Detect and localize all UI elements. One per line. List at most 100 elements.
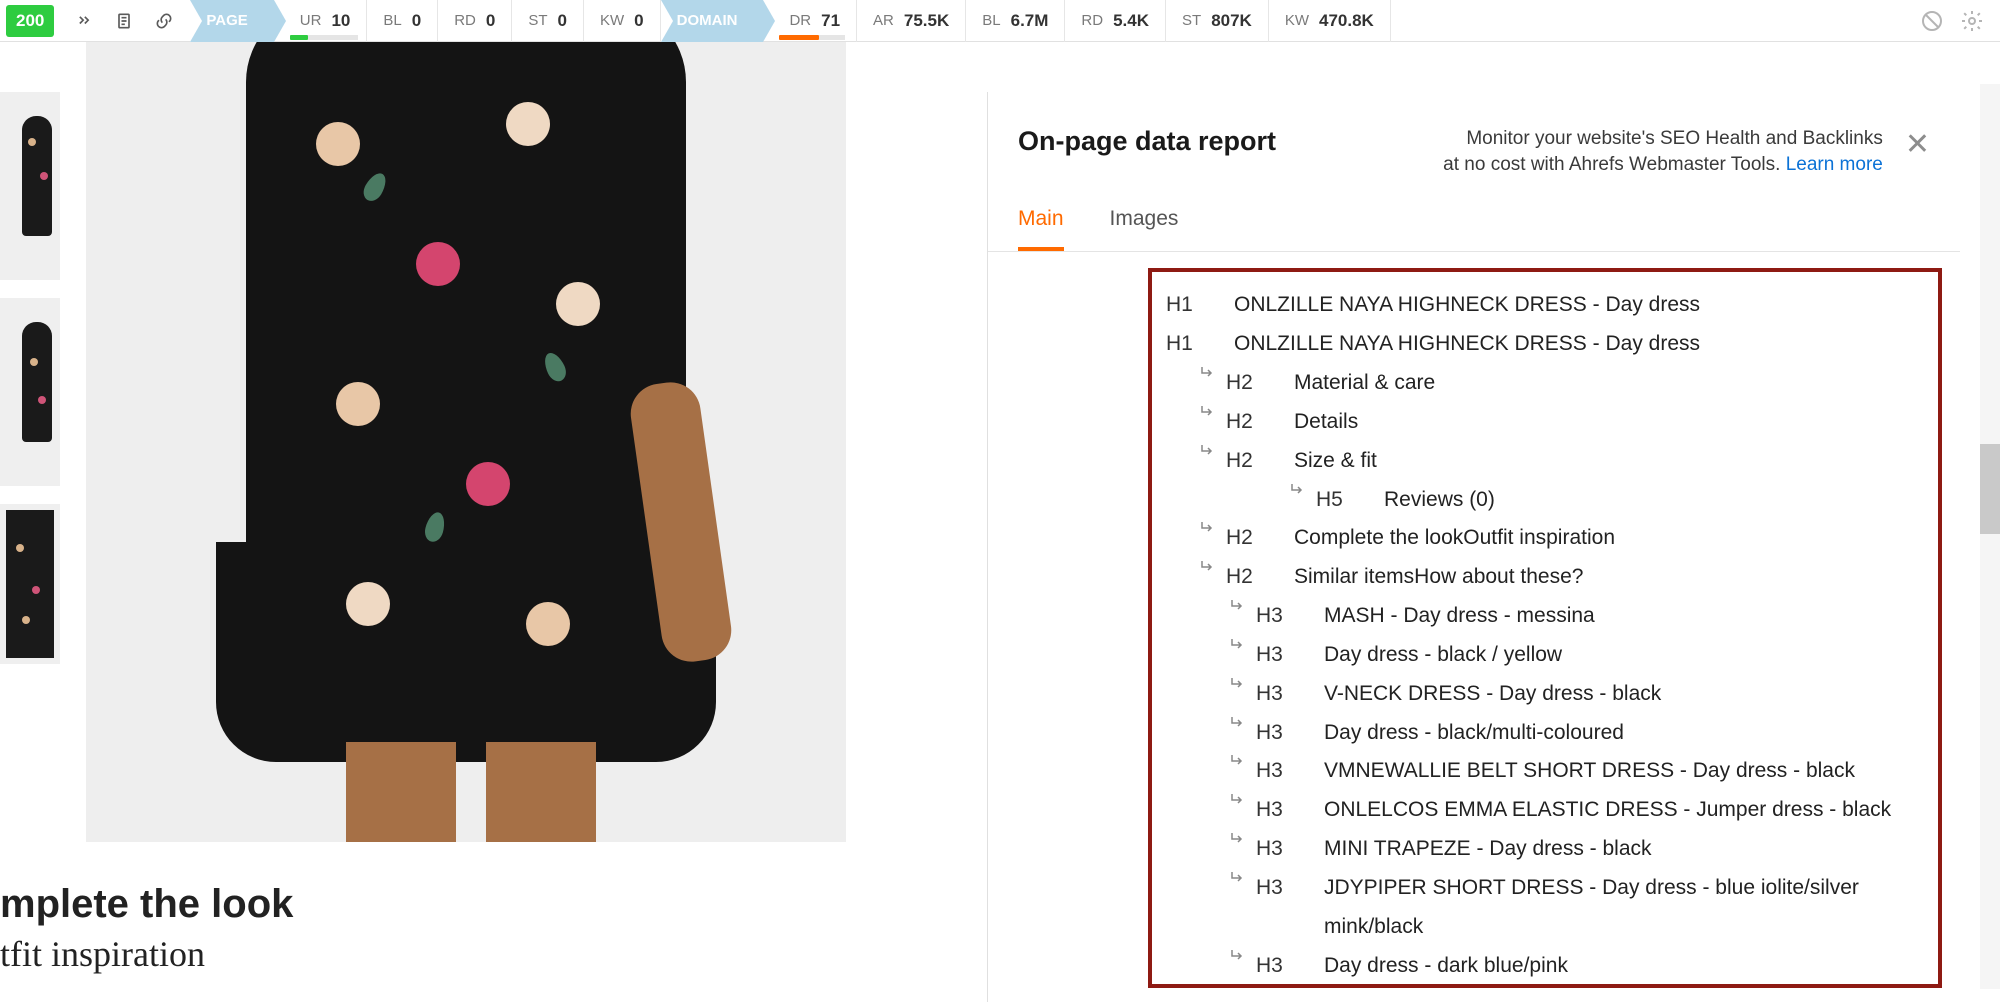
heading-row: H3 Day dress - black/multi-coloured — [1166, 714, 1924, 753]
heading-level: H3 — [1256, 675, 1296, 714]
promo-text: Monitor your website's SEO Health and Ba… — [1443, 126, 1883, 177]
panel-tabs: Main Images — [988, 195, 1960, 252]
metric-st-page[interactable]: ST0 — [512, 0, 584, 42]
heading-level: H3 — [1256, 791, 1296, 830]
heading-row: H3 V-NECK DRESS - Day dress - black — [1166, 675, 1924, 714]
heading-level: H2 — [1226, 364, 1266, 403]
product-thumb[interactable] — [0, 92, 60, 280]
heading-row: H2 Similar itemsHow about these? — [1166, 558, 1924, 597]
product-thumb[interactable] — [0, 504, 60, 664]
close-icon[interactable]: ✕ — [1905, 130, 1930, 160]
heading-text: Day dress - black/multi-coloured — [1324, 714, 1924, 753]
heading-level: H2 — [1226, 558, 1266, 597]
settings-icon[interactable] — [1960, 9, 1984, 33]
product-thumb[interactable] — [0, 298, 60, 486]
headings-report: H1 ONLZILLE NAYA HIGHNECK DRESS - Day dre… — [1148, 268, 1942, 988]
heading-level: H3 — [1256, 636, 1296, 675]
heading-row: H3 VMNEWALLIE BELT SHORT DRESS - Day dres… — [1166, 752, 1924, 791]
heading-text: Day dress - dark blue/pink — [1324, 947, 1924, 986]
heading-level: H2 — [1226, 442, 1266, 481]
browser-scrollbar[interactable] — [1980, 84, 2000, 989]
hierarchy-arrow-icon — [1226, 597, 1250, 615]
heading-text: ONLELCOS EMMA ELASTIC DRESS - Jumper dre… — [1324, 791, 1924, 830]
heading-row: H5 Reviews (0) — [1166, 481, 1924, 520]
complete-look-section: mplete the look tfit inspiration — [0, 882, 293, 975]
metric-bl-page[interactable]: BL0 — [367, 0, 438, 42]
heading-level: H3 — [1256, 752, 1296, 791]
hierarchy-arrow-icon — [1196, 519, 1220, 537]
heading-text: V-NECK DRESS - Day dress - black — [1324, 675, 1924, 714]
heading-text: Complete the lookOutfit inspiration — [1294, 519, 1924, 558]
metric-st-domain[interactable]: ST807K — [1166, 0, 1269, 42]
hierarchy-arrow-icon — [1226, 869, 1250, 887]
onpage-report-panel: On-page data report Monitor your website… — [988, 92, 1960, 1002]
product-main-image[interactable] — [86, 42, 846, 842]
heading-row: H3 Day dress - dark blue/pink — [1166, 947, 1924, 986]
hierarchy-arrow-icon — [1226, 947, 1250, 965]
redirect-chain-icon[interactable] — [74, 11, 94, 31]
heading-text: JDYPIPER SHORT DRESS - Day dress - blue … — [1324, 869, 1924, 947]
heading-level: H1 — [1166, 325, 1206, 364]
heading-row: H3 MINI TRAPEZE - Day dress - black — [1166, 830, 1924, 869]
metric-rd-page[interactable]: RD0 — [438, 0, 512, 42]
clipboard-icon[interactable] — [114, 11, 134, 31]
hierarchy-arrow-icon — [1226, 830, 1250, 848]
heading-row: H3JDYPIPER SHORT DRESS - Day dress - blu… — [1166, 869, 1924, 947]
heading-text: Material & care — [1294, 364, 1924, 403]
heading-text: ONLZILLE NAYA HIGHNECK DRESS - Day dress — [1234, 286, 1924, 325]
http-status-badge: 200 — [6, 5, 54, 37]
dr-strength-bar — [779, 35, 819, 40]
hierarchy-arrow-icon — [1196, 403, 1220, 421]
heading-text: MINI TRAPEZE - Day dress - black — [1324, 830, 1924, 869]
heading-text: Day dress - black / yellow — [1324, 636, 1924, 675]
link-icon[interactable] — [154, 11, 174, 31]
metric-ar[interactable]: AR75.5K — [857, 0, 966, 42]
metric-bl-domain[interactable]: BL6.7M — [966, 0, 1065, 42]
product-thumbnails — [0, 92, 60, 682]
hierarchy-arrow-icon — [1226, 675, 1250, 693]
page-section-tag: PAGE — [190, 0, 273, 42]
heading-row: H2 Material & care — [1166, 364, 1924, 403]
heading-text: Reviews (0) — [1384, 481, 1924, 520]
heading-row: H3MASH - Day dress - messina — [1166, 597, 1924, 636]
hierarchy-arrow-icon — [1196, 364, 1220, 382]
heading-level: H5 — [1316, 481, 1356, 520]
complete-look-heading: mplete the look — [0, 882, 293, 927]
metric-rd-domain[interactable]: RD5.4K — [1065, 0, 1166, 42]
scrollbar-thumb[interactable] — [1980, 444, 2000, 534]
heading-text: ONLZILLE NAYA HIGHNECK DRESS - Day dress — [1234, 325, 1924, 364]
heading-level: H3 — [1256, 947, 1296, 986]
heading-row: H2Size & fit — [1166, 442, 1924, 481]
heading-row: H3 Day dress - black / yellow — [1166, 636, 1924, 675]
heading-row: H1 ONLZILLE NAYA HIGHNECK DRESS - Day dre… — [1166, 325, 1924, 364]
hierarchy-arrow-icon — [1196, 558, 1220, 576]
heading-row: H2Details — [1166, 403, 1924, 442]
heading-level: H3 — [1256, 830, 1296, 869]
heading-text: VMNEWALLIE BELT SHORT DRESS - Day dress … — [1324, 752, 1924, 791]
heading-text: Similar itemsHow about these? — [1294, 558, 1924, 597]
heading-level: H3 — [1256, 714, 1296, 753]
hierarchy-arrow-icon — [1226, 636, 1250, 654]
ur-strength-bar — [290, 35, 308, 40]
metric-ur[interactable]: UR 10 — [274, 0, 368, 42]
tab-main[interactable]: Main — [1018, 195, 1064, 251]
panel-title: On-page data report — [1018, 126, 1276, 157]
hierarchy-arrow-icon — [1226, 791, 1250, 809]
page-content: mplete the look tfit inspiration On-page… — [0, 42, 2000, 947]
hierarchy-arrow-icon — [1226, 714, 1250, 732]
heading-row: H1 ONLZILLE NAYA HIGHNECK DRESS - Day dre… — [1166, 286, 1924, 325]
heading-row: H2 Complete the lookOutfit inspiration — [1166, 519, 1924, 558]
metric-kw-page[interactable]: KW0 — [584, 0, 661, 42]
heading-row: H3 ONLELCOS EMMA ELASTIC DRESS - Jumper d… — [1166, 791, 1924, 830]
metric-kw-domain[interactable]: KW470.8K — [1269, 0, 1391, 42]
no-index-icon[interactable] — [1920, 9, 1944, 33]
heading-level: H2 — [1226, 519, 1266, 558]
hierarchy-arrow-icon — [1226, 752, 1250, 770]
hierarchy-arrow-icon — [1196, 442, 1220, 460]
heading-text: MASH - Day dress - messina — [1324, 597, 1924, 636]
domain-section-tag: DOMAIN — [661, 0, 764, 42]
learn-more-link[interactable]: Learn more — [1786, 154, 1883, 175]
tab-images[interactable]: Images — [1110, 195, 1179, 251]
heading-level: H1 — [1166, 286, 1206, 325]
metric-dr[interactable]: DR71 — [763, 0, 857, 42]
